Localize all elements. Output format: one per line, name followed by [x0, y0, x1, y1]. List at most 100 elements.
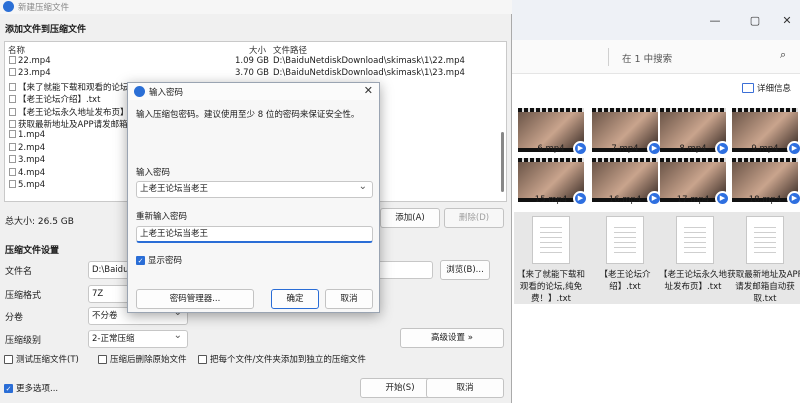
- file-name[interactable]: 9.mp4: [727, 144, 800, 154]
- cancel-button[interactable]: 取消: [426, 378, 504, 398]
- row-path: D:\BaiduNetdiskDownload\skimask\1\22.mp4: [273, 56, 465, 66]
- row-filename: 【老王论坛永久地址发布页】: [9, 106, 129, 118]
- checkbox-box: [198, 354, 207, 364]
- close-icon[interactable]: ✕: [364, 84, 373, 97]
- column-header-size[interactable]: 大小: [249, 44, 266, 56]
- advanced-settings-button[interactable]: 高级设置 »: [400, 328, 504, 348]
- row-filename-text: 5.mp4: [18, 180, 46, 190]
- row-filename-text: 4.mp4: [18, 167, 46, 178]
- password-label: 输入密码: [136, 168, 171, 178]
- password-instruction: 输入压缩包密码。建议使用至少 8 位的密码来保证安全性。: [136, 110, 360, 120]
- text-file-icon: [676, 216, 714, 264]
- level-label: 压缩级别: [5, 336, 42, 346]
- split-label: 分卷: [5, 313, 24, 323]
- filename-label: 文件名: [5, 267, 33, 277]
- row-filename-text: 2.mp4: [18, 142, 46, 153]
- archive-settings-heading: 压缩文件设置: [5, 246, 60, 256]
- row-filename-text: 3.mp4: [18, 155, 46, 166]
- table-scrollbar[interactable]: [501, 132, 504, 192]
- password-value: 上老王论坛当老王: [140, 184, 209, 194]
- add-button[interactable]: 添加(A): [380, 208, 440, 228]
- file-name[interactable]: 18.mp4: [727, 195, 800, 205]
- text-file-icon: [606, 216, 644, 264]
- row-size: 3.70 GB: [234, 68, 269, 79]
- details-pane-button[interactable]: 详细信息: [742, 82, 791, 94]
- file-name[interactable]: 【老王论坛介绍】.txt: [587, 268, 663, 292]
- row-filename-text: 【老王论坛永久地址发布页】: [18, 107, 129, 118]
- row-filename-text: 1.mp4: [18, 130, 46, 141]
- add-files-heading: 添加文件到压缩文件: [5, 25, 87, 35]
- cancel-button[interactable]: 取消: [325, 289, 373, 309]
- text-file-icon: [746, 216, 784, 264]
- archive-titlebar: 新建压缩文件: [0, 0, 512, 14]
- password-field[interactable]: 上老王论坛当老王: [136, 179, 373, 198]
- window-title: 新建压缩文件: [18, 3, 70, 13]
- dialog-title: 输入密码: [149, 88, 184, 98]
- explorer-address-row: 在 1 中搜索 ⌕: [510, 40, 800, 74]
- file-name[interactable]: 15.mp4: [513, 195, 589, 205]
- split-value: 不分卷: [92, 311, 118, 321]
- file-icon: [9, 130, 16, 139]
- row-filename: 23.mp4: [9, 68, 51, 78]
- format-label: 压缩格式: [5, 291, 42, 301]
- browse-button[interactable]: 浏览(B)...: [440, 260, 490, 280]
- row-filename-text: 22.mp4: [18, 56, 51, 66]
- checkbox-label: 把每个文件/文件夹添加到独立的压缩文件: [210, 355, 366, 365]
- column-header-path[interactable]: 文件路径: [273, 44, 307, 56]
- more-options-checkbox[interactable]: ✓ 更多选项...: [4, 382, 58, 394]
- close-icon[interactable]: ✕: [780, 14, 794, 27]
- details-pane-icon: [742, 83, 754, 93]
- file-name[interactable]: 16.mp4: [587, 195, 663, 205]
- row-filename: 1.mp4: [9, 130, 45, 140]
- file-name[interactable]: 8.mp4: [655, 144, 731, 154]
- file-name[interactable]: 7.mp4: [587, 144, 663, 154]
- file-name[interactable]: 【老王论坛永久地址发布页】.txt: [655, 268, 731, 292]
- table-row[interactable]: 22.mp4 1.09 GB D:\BaiduNetdiskDownload\ski…: [5, 56, 499, 68]
- app-logo-icon: [134, 86, 145, 97]
- checkbox-label: 压缩后删除原始文件: [110, 355, 187, 365]
- details-label: 详细信息: [757, 84, 792, 94]
- file-icon: [9, 180, 16, 188]
- confirm-password-label: 重新输入密码: [136, 212, 188, 222]
- maximize-icon[interactable]: ▢: [748, 14, 762, 27]
- row-filename: 3.mp4: [9, 155, 45, 165]
- password-manager-button[interactable]: 密码管理器...: [136, 289, 254, 309]
- app-logo-icon: [3, 1, 14, 12]
- row-filename: 5.mp4: [9, 180, 45, 190]
- checkbox-box: [4, 354, 13, 364]
- checkbox-box-checked: ✓: [4, 383, 13, 393]
- minimize-icon[interactable]: —: [708, 14, 722, 27]
- separate-archives-checkbox[interactable]: 把每个文件/文件夹添加到独立的压缩文件: [198, 353, 366, 365]
- table-row[interactable]: 23.mp4 3.70 GB D:\BaiduNetdiskDownload\ski…: [5, 68, 499, 80]
- file-icon: [9, 155, 16, 164]
- format-value: 7Z: [92, 289, 104, 299]
- file-name[interactable]: 6.mp4: [513, 144, 589, 154]
- delete-after-checkbox[interactable]: 压缩后删除原始文件: [98, 353, 187, 365]
- file-icon: [9, 142, 16, 151]
- file-icon: [9, 56, 16, 64]
- file-icon: [9, 95, 16, 104]
- file-name[interactable]: 获取最新地址及APP请发邮箱自动获取.txt: [727, 268, 800, 304]
- search-icon[interactable]: ⌕: [780, 48, 786, 62]
- checkbox-label: 显示密码: [148, 256, 183, 266]
- column-header-name[interactable]: 名称: [8, 44, 25, 56]
- password-dialog: 输入密码 ✕ 输入压缩包密码。建议使用至少 8 位的密码来保证安全性。 输入密码…: [127, 82, 380, 313]
- show-password-checkbox[interactable]: ✓ 显示密码: [136, 254, 182, 266]
- file-icon: [9, 68, 16, 77]
- test-archive-checkbox[interactable]: 测试压缩文件(T): [4, 353, 79, 365]
- file-icon: [9, 82, 16, 91]
- row-path: D:\BaiduNetdiskDownload\skimask\1\23.mp4: [273, 68, 465, 79]
- total-size-text: 总大小: 26.5 GB: [5, 217, 74, 227]
- explorer-titlebar: — ▢ ✕: [510, 0, 800, 40]
- remove-button[interactable]: 删除(D): [444, 208, 504, 228]
- level-select[interactable]: 2-正常压缩: [88, 330, 188, 348]
- search-input[interactable]: 在 1 中搜索: [622, 51, 672, 65]
- file-name[interactable]: 17.mp4: [655, 195, 731, 205]
- row-filename: 获取最新地址及APP请发邮箱自: [9, 118, 136, 130]
- checkbox-box: [98, 354, 107, 364]
- ok-button[interactable]: 确定: [271, 289, 319, 309]
- level-value: 2-正常压缩: [92, 334, 135, 344]
- file-name[interactable]: 【来了就能下载和观看的论坛,纯免费！】.txt: [513, 268, 589, 304]
- file-explorer-window: — ▢ ✕ 在 1 中搜索 ⌕ 详细信息 ▶ 6.mp4 ▶ 7.mp4 ▶ 8…: [510, 0, 800, 403]
- confirm-password-field[interactable]: 上老王论坛当老王: [136, 226, 373, 243]
